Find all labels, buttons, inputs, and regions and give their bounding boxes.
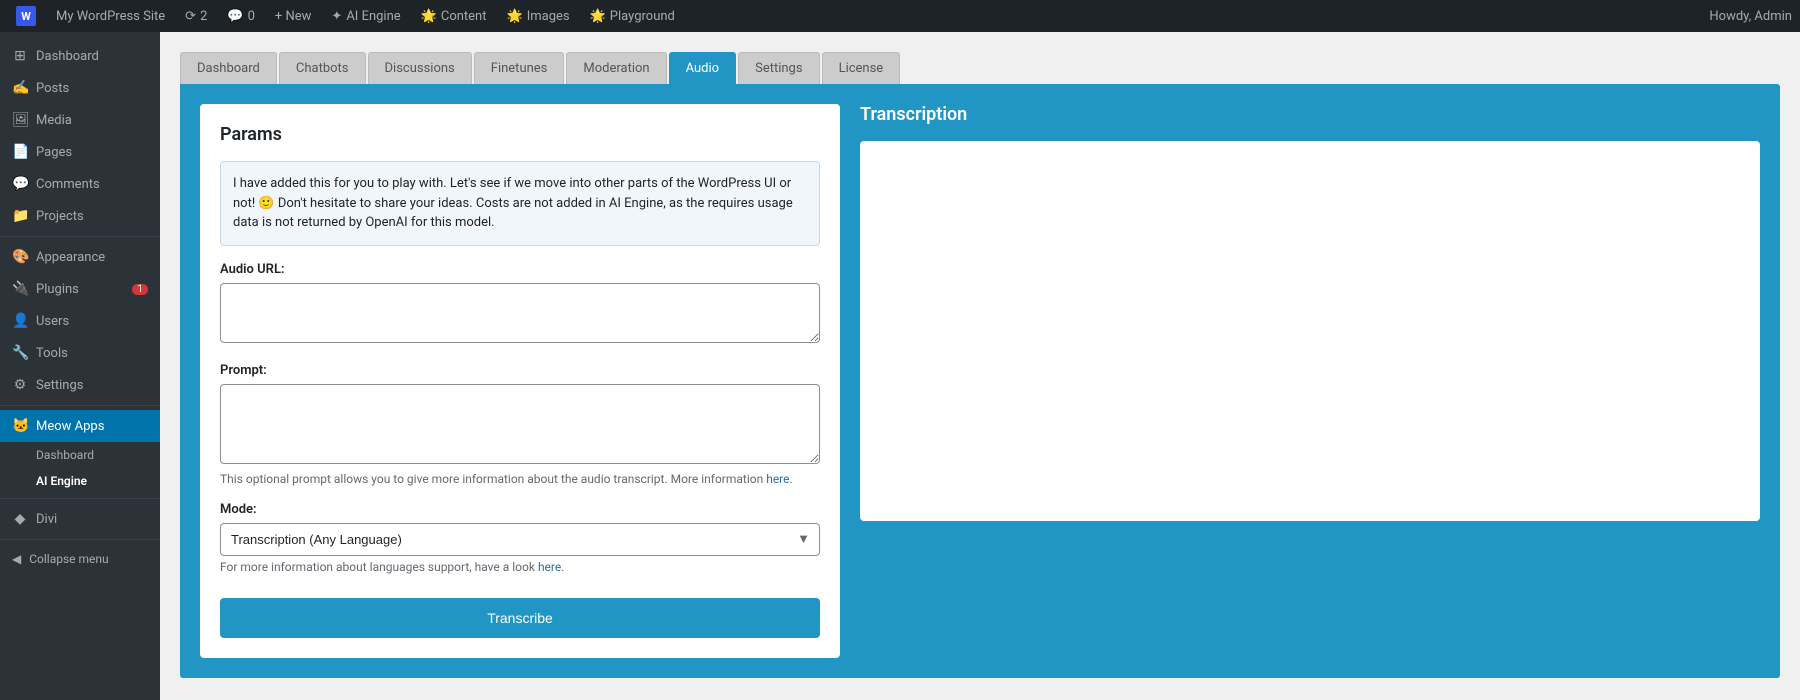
pages-icon: 📄	[12, 144, 28, 160]
sidebar-item-settings[interactable]: ⚙ Settings	[0, 369, 160, 401]
prompt-hint: This optional prompt allows you to give …	[220, 472, 820, 486]
sidebar-item-posts[interactable]: ✍ Posts	[0, 72, 160, 104]
dashboard-icon: ⊞	[12, 48, 28, 64]
site-name[interactable]: My WordPress Site	[48, 0, 173, 32]
wp-icon: W	[16, 6, 36, 26]
howdy: Howdy, Admin	[1709, 9, 1792, 24]
tab-settings[interactable]: Settings	[738, 52, 819, 84]
tab-license[interactable]: License	[822, 52, 901, 84]
mode-hint: For more information about languages sup…	[220, 560, 820, 574]
content-bar[interactable]: 🌟 Content	[413, 0, 495, 32]
sidebar-item-plugins[interactable]: 🔌 Plugins 1	[0, 273, 160, 305]
transcription-section: Transcription	[860, 104, 1760, 658]
collapse-icon: ◀	[12, 552, 21, 566]
sidebar-item-media[interactable]: 🖼 Media	[0, 104, 160, 136]
comments[interactable]: 💬 0	[219, 0, 263, 32]
params-title: Params	[220, 124, 820, 145]
mode-label: Mode:	[220, 502, 820, 517]
settings-icon: ⚙	[12, 377, 28, 393]
playground-bar[interactable]: 🌟 Playground	[582, 0, 683, 32]
sidebar-item-dashboard[interactable]: ⊞ Dashboard	[0, 40, 160, 72]
sidebar-submenu-dashboard[interactable]: Dashboard	[0, 442, 160, 468]
mode-select[interactable]: Transcription (Any Language) Translation…	[220, 523, 820, 556]
prompt-hint-link[interactable]: here	[766, 472, 789, 486]
tab-finetunes[interactable]: Finetunes	[474, 52, 565, 84]
params-info: I have added this for you to play with. …	[220, 161, 820, 246]
main-content: Dashboard Chatbots Discussions Finetunes…	[160, 32, 1800, 700]
comments-icon: 💬	[12, 176, 28, 192]
audio-url-input[interactable]	[220, 283, 820, 343]
sidebar-item-tools[interactable]: 🔧 Tools	[0, 337, 160, 369]
prompt-field: Prompt: This optional prompt allows you …	[220, 363, 820, 486]
posts-icon: ✍	[12, 80, 28, 96]
sidebar-item-pages[interactable]: 📄 Pages	[0, 136, 160, 168]
sidebar-item-comments[interactable]: 💬 Comments	[0, 168, 160, 200]
audio-url-field: Audio URL:	[220, 262, 820, 347]
transcribe-button[interactable]: Transcribe	[220, 598, 820, 638]
audio-panel: Params I have added this for you to play…	[180, 84, 1780, 678]
meow-apps-icon: 🐱	[12, 418, 28, 434]
tab-discussions[interactable]: Discussions	[368, 52, 472, 84]
prompt-label: Prompt:	[220, 363, 820, 378]
divi-icon: ◆	[12, 511, 28, 527]
sidebar-item-appearance[interactable]: 🎨 Appearance	[0, 241, 160, 273]
media-icon: 🖼	[12, 112, 28, 128]
tab-moderation[interactable]: Moderation	[566, 52, 666, 84]
sidebar-item-projects[interactable]: 📁 Projects	[0, 200, 160, 232]
plugins-badge: 1	[132, 284, 148, 295]
updates[interactable]: ⟳ 2	[177, 0, 215, 32]
tab-chatbots[interactable]: Chatbots	[279, 52, 366, 84]
tabs-bar: Dashboard Chatbots Discussions Finetunes…	[180, 52, 1780, 84]
transcription-content	[860, 141, 1760, 521]
audio-url-label: Audio URL:	[220, 262, 820, 277]
collapse-menu-button[interactable]: ◀ Collapse menu	[0, 544, 160, 574]
mode-field: Mode: Transcription (Any Language) Trans…	[220, 502, 820, 574]
tab-dashboard[interactable]: Dashboard	[180, 52, 277, 84]
appearance-icon: 🎨	[12, 249, 28, 265]
params-section: Params I have added this for you to play…	[200, 104, 840, 658]
images-bar[interactable]: 🌟 Images	[499, 0, 578, 32]
users-icon: 👤	[12, 313, 28, 329]
transcription-title: Transcription	[860, 104, 1760, 141]
mode-select-wrapper: Transcription (Any Language) Translation…	[220, 523, 820, 556]
tab-audio[interactable]: Audio	[669, 52, 736, 84]
admin-bar: W My WordPress Site ⟳ 2 💬 0 + New ✦ AI E…	[0, 0, 1800, 32]
sidebar-item-meow-apps[interactable]: 🐱 Meow Apps	[0, 410, 160, 442]
wp-logo[interactable]: W	[8, 0, 44, 32]
projects-icon: 📁	[12, 208, 28, 224]
new-content[interactable]: + New	[267, 0, 320, 32]
sidebar-submenu-ai-engine[interactable]: AI Engine	[0, 468, 160, 494]
tools-icon: 🔧	[12, 345, 28, 361]
prompt-input[interactable]	[220, 384, 820, 464]
sidebar-item-users[interactable]: 👤 Users	[0, 305, 160, 337]
ai-engine-bar[interactable]: ✦ AI Engine	[323, 0, 408, 32]
mode-hint-link[interactable]: here	[538, 560, 561, 574]
sidebar: ⊞ Dashboard ✍ Posts 🖼 Media 📄 Pages 💬 Co…	[0, 32, 160, 700]
plugins-icon: 🔌	[12, 281, 28, 297]
sidebar-item-divi[interactable]: ◆ Divi	[0, 503, 160, 535]
